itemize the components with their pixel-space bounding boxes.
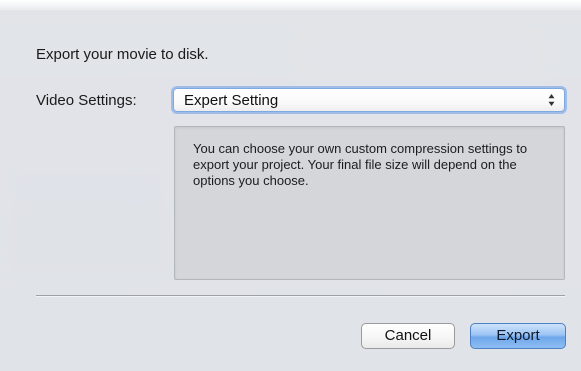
setting-description: You can choose your own custom compressi… [193, 141, 528, 188]
export-button[interactable]: Export [470, 323, 566, 349]
dialog-heading: Export your movie to disk. [36, 46, 209, 63]
video-settings-value: Expert Setting [184, 92, 279, 109]
setting-description-box: You can choose your own custom compressi… [174, 126, 565, 280]
export-dialog: Export your movie to disk. Video Setting… [0, 12, 581, 371]
video-settings-label: Video Settings: [36, 92, 137, 109]
divider [36, 295, 565, 296]
up-down-arrows-icon [547, 92, 556, 108]
cancel-button[interactable]: Cancel [361, 323, 455, 349]
video-settings-select[interactable]: Expert Setting [173, 88, 565, 112]
